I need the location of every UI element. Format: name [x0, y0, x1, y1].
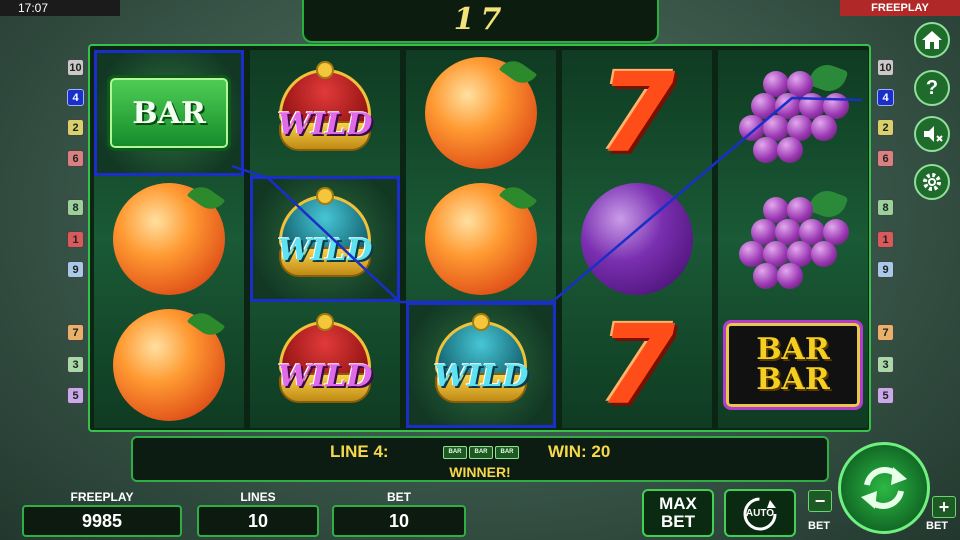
payline-indicator[interactable]: 7 — [877, 324, 894, 341]
lines-label: LINES — [240, 490, 276, 504]
payline-indicator[interactable]: 1 — [67, 231, 84, 248]
winner-message: WINNER! — [449, 464, 511, 480]
payline-indicator[interactable]: 3 — [877, 356, 894, 373]
home-icon — [922, 31, 942, 49]
payline-4-line — [231, 96, 863, 304]
payline-indicator[interactable]: 2 — [67, 119, 84, 136]
payline-indicator[interactable]: 3 — [67, 356, 84, 373]
max-bet-top-label: MAX — [659, 494, 697, 513]
lines-value: 10 — [197, 505, 319, 537]
mini-bar-symbol: BAR — [443, 446, 467, 459]
payline-indicator[interactable]: 2 — [877, 119, 894, 136]
payline-indicator[interactable]: 1 — [877, 231, 894, 248]
payline-indicator[interactable]: 6 — [67, 150, 84, 167]
bet-value: 10 — [332, 505, 466, 537]
payline-indicator[interactable]: 5 — [67, 387, 84, 404]
payline-indicator[interactable]: 7 — [67, 324, 84, 341]
freeplay-balance: 9985 — [22, 505, 182, 537]
help-button[interactable]: ? — [914, 70, 950, 106]
payline-indicator[interactable]: 10 — [67, 59, 84, 76]
payline-indicator[interactable]: 6 — [877, 150, 894, 167]
spin-icon — [861, 467, 907, 509]
win-amount: WIN: 20 — [548, 442, 611, 461]
sound-button[interactable] — [914, 116, 950, 152]
max-bet-button[interactable]: MAX BET — [642, 489, 714, 537]
bet-decrease-button[interactable]: − — [808, 490, 832, 512]
auto-spin-button[interactable]: AUTO — [724, 489, 796, 537]
spin-button[interactable] — [838, 442, 930, 534]
bet-label: BET — [387, 490, 411, 504]
max-bet-bottom-label: BET — [661, 512, 695, 531]
payline-indicator[interactable]: 4 — [877, 89, 894, 106]
bet-decrease-label: BET — [808, 520, 830, 532]
payline-indicator[interactable]: 9 — [877, 261, 894, 278]
bet-increase-button[interactable]: + — [932, 496, 956, 518]
auto-label: AUTO — [745, 508, 775, 519]
payline-indicator[interactable]: 9 — [67, 261, 84, 278]
sound-muted-icon — [924, 126, 943, 142]
payline-indicator[interactable]: 8 — [67, 199, 84, 216]
payline-indicator[interactable]: 5 — [877, 387, 894, 404]
settings-icon — [923, 173, 941, 191]
payline-indicator[interactable]: 8 — [877, 199, 894, 216]
mini-bar-symbol: BAR — [495, 446, 519, 459]
freeplay-label: FREEPLAY — [70, 490, 134, 504]
payline-indicator[interactable]: 4 — [67, 89, 84, 106]
home-button[interactable] — [914, 22, 950, 58]
settings-button[interactable] — [914, 164, 950, 200]
mini-bar-symbol: BAR — [469, 446, 493, 459]
help-icon: ? — [925, 76, 939, 99]
win-line-label: LINE 4: — [330, 442, 389, 461]
bet-increase-label: BET — [926, 520, 948, 532]
payline-indicator[interactable]: 10 — [877, 59, 894, 76]
